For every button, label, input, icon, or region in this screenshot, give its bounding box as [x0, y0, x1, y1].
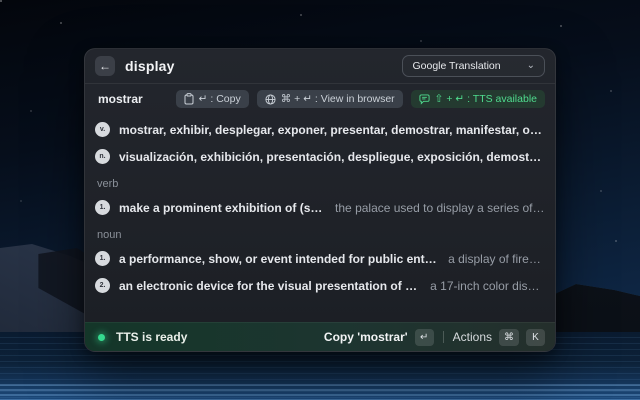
section-header-verb: verb [95, 173, 545, 194]
footer-actions: Copy 'mostrar' ↵ Actions ⌘ K [324, 329, 545, 346]
tts-available-label: ⇧ + ↵ : TTS available [435, 93, 537, 105]
results-list: v. mostrar, exhibir, desplegar, exponer,… [85, 113, 555, 322]
list-item-translation-noun[interactable]: n. visualización, exhibición, presentaci… [95, 143, 545, 170]
back-button[interactable]: ← [95, 56, 115, 76]
status-bar: TTS is ready Copy 'mostrar' ↵ Actions ⌘ … [85, 322, 555, 351]
definition-text: an electronic device for the visual pres… [119, 279, 421, 293]
definition-number-badge: 1. [95, 251, 110, 266]
definition-number-badge: 1. [95, 200, 110, 215]
definition-example: the palace used to display a series of F… [335, 201, 545, 215]
globe-icon [265, 94, 276, 105]
list-item-translation-verb[interactable]: v. mostrar, exhibir, desplegar, exponer,… [95, 116, 545, 143]
speech-bubble-icon [419, 94, 430, 105]
list-item-definition[interactable]: 2. an electronic device for the visual p… [95, 272, 545, 299]
copy-pill[interactable]: ↵ : Copy [176, 90, 249, 108]
provider-dropdown[interactable]: Google Translation ⌄ [402, 55, 545, 77]
list-item-definition[interactable]: 1. make a prominent exhibition of (somet… [95, 194, 545, 221]
definition-text: a performance, show, or event intended f… [119, 252, 439, 266]
tts-available-pill[interactable]: ⇧ + ↵ : TTS available [411, 90, 545, 108]
wallpaper-stars [0, 0, 2, 2]
clipboard-icon [184, 93, 194, 105]
translation-text: visualización, exhibición, presentación,… [119, 150, 545, 164]
k-key-badge[interactable]: K [526, 329, 545, 346]
primary-action-label[interactable]: Copy 'mostrar' [324, 330, 408, 344]
definition-text: make a prominent exhibition of (somethin… [119, 201, 326, 215]
command-key-badge[interactable]: ⌘ [499, 329, 519, 346]
translation-text: mostrar, exhibir, desplegar, exponer, pr… [119, 123, 545, 137]
view-in-browser-label: ⌘ + ↵ : View in browser [281, 93, 395, 105]
action-pills: ↵ : Copy ⌘ + ↵ : View in browser ⇧ + [176, 90, 545, 108]
translation-window: ← display Google Translation ⌄ mostrar ↵… [84, 48, 556, 352]
actions-menu-label[interactable]: Actions [453, 330, 492, 344]
definition-example: a 17-inch color display [430, 279, 545, 293]
tts-status-dot [98, 334, 105, 341]
pos-badge-noun: n. [95, 149, 110, 164]
tts-status-text: TTS is ready [116, 330, 187, 344]
pos-badge-verb: v. [95, 122, 110, 137]
footer-divider [443, 331, 444, 343]
back-icon: ← [99, 59, 111, 73]
definition-number-badge: 2. [95, 278, 110, 293]
query-text: mostrar [98, 92, 143, 106]
window-header: ← display Google Translation ⌄ [85, 49, 555, 84]
copy-pill-label: ↵ : Copy [199, 93, 241, 105]
page-title: display [125, 58, 175, 74]
definition-example: a display of fireworks [448, 252, 545, 266]
section-header-noun: noun [95, 224, 545, 245]
wallpaper-shoreline [0, 384, 640, 400]
list-item-definition[interactable]: 1. a performance, show, or event intende… [95, 245, 545, 272]
provider-dropdown-label: Google Translation [412, 60, 500, 72]
query-row: mostrar ↵ : Copy ⌘ + ↵ : View in browser [85, 84, 555, 113]
chevron-down-icon: ⌄ [527, 63, 535, 69]
return-key-badge[interactable]: ↵ [415, 329, 434, 346]
view-in-browser-pill[interactable]: ⌘ + ↵ : View in browser [257, 90, 403, 108]
